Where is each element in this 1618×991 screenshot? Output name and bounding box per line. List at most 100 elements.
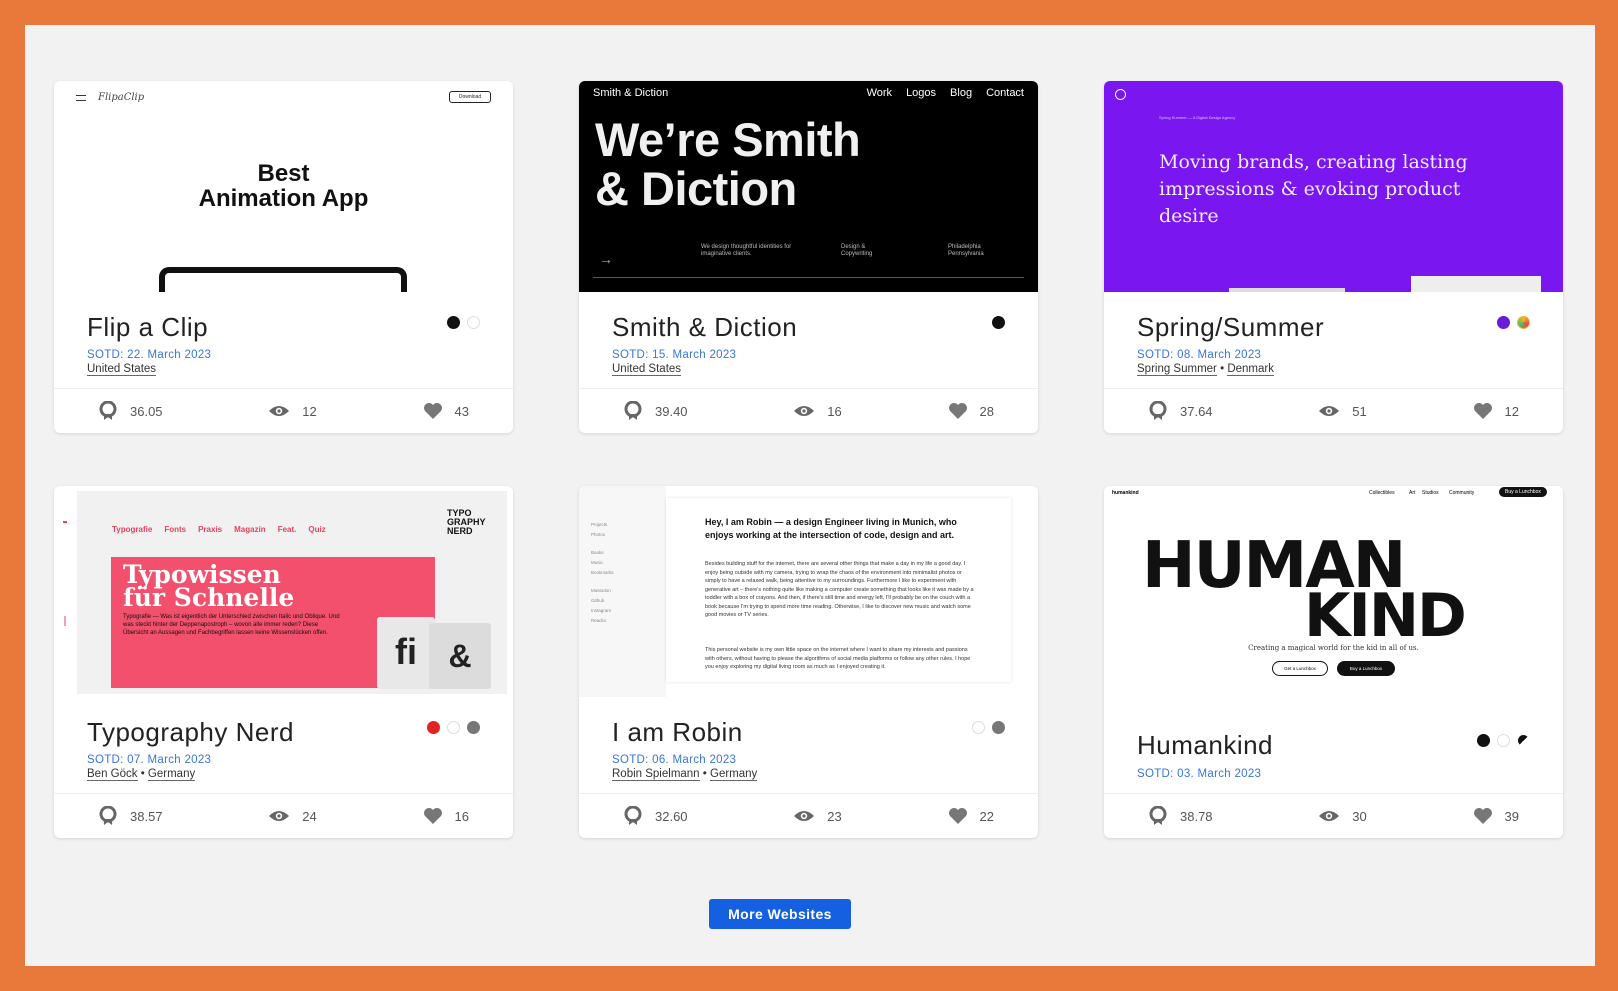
color-dot — [992, 316, 1005, 329]
site-title[interactable]: I am Robin — [612, 717, 743, 748]
views-stat: 24 — [268, 809, 317, 824]
card-info: Typography Nerd SOTD: 07. March 2023 Ben… — [54, 697, 513, 793]
award-icon — [624, 806, 642, 825]
thumb-brand: Smith & Diction — [593, 87, 669, 99]
sotd-date: SOTD: 07. March 2023 — [87, 754, 212, 766]
award-icon — [99, 401, 117, 420]
likes-stat[interactable]: 12 — [1473, 402, 1519, 420]
thumb-nav-item: Art — [1409, 490, 1416, 496]
color-dot — [467, 721, 480, 734]
site-card[interactable]: FlipaClip Download Best Animation App Fl… — [54, 81, 513, 433]
site-card[interactable]: Spring Summer — A Digital Design Agency … — [1104, 81, 1563, 433]
thumb-button: Get a Lunchbox — [1272, 661, 1328, 676]
score-value: 36.05 — [130, 403, 163, 419]
thumb-page: Hey, I am Robin — a design Engineer livi… — [666, 498, 1011, 682]
thumb-glyph: fi — [377, 617, 435, 689]
sotd-date: SOTD: 22. March 2023 — [87, 349, 212, 361]
thumb-sidebar: Projects Photos Books Music Bookmarks Ma… — [579, 486, 666, 697]
color-dot — [467, 316, 480, 329]
thumb-side-item: Photos — [591, 532, 606, 537]
color-dot — [1517, 734, 1530, 747]
likes-stat[interactable]: 39 — [1473, 807, 1519, 825]
site-title[interactable]: Spring/Summer — [1137, 312, 1324, 343]
thumb-headline: We’re Smith & Diction — [595, 115, 861, 213]
thumb-glyph: & — [429, 623, 491, 689]
award-icon — [1149, 401, 1167, 420]
site-title[interactable]: Typography Nerd — [87, 717, 294, 748]
score-stat: 37.64 — [1148, 401, 1213, 421]
views-value: 51 — [1352, 403, 1367, 419]
site-meta: Spring Summer • Denmark — [1137, 363, 1274, 376]
thumb-nav-item: Contact — [986, 87, 1024, 99]
site-title[interactable]: Flip a Clip — [87, 312, 208, 343]
site-card[interactable]: Smith & Diction Work Logos Blog Contact … — [579, 81, 1038, 433]
thumb-nav-item: Praxis — [198, 525, 223, 534]
heart-icon[interactable] — [948, 807, 968, 825]
likes-stat[interactable]: 16 — [423, 807, 469, 825]
heart-icon[interactable] — [948, 402, 968, 420]
thumb-nav-item: Blog — [950, 87, 973, 99]
site-title[interactable]: Humankind — [1137, 730, 1273, 761]
likes-stat[interactable]: 22 — [948, 807, 994, 825]
color-dot — [972, 721, 985, 734]
likes-stat[interactable]: 28 — [948, 402, 994, 420]
country-link[interactable]: Germany — [147, 768, 196, 781]
site-thumbnail[interactable]: Typografie Fonts Praxis Magazin Feat. Qu… — [54, 486, 513, 697]
site-thumbnail[interactable]: humankind Collectibles Art Studios Commu… — [1104, 486, 1563, 697]
score-stat: 39.40 — [623, 401, 688, 421]
views-stat: 16 — [793, 404, 842, 419]
likes-value: 16 — [454, 808, 469, 824]
color-dot — [992, 721, 1005, 734]
card-info: Flip a Clip SOTD: 22. March 2023 United … — [54, 292, 513, 388]
country-link[interactable]: Denmark — [1227, 363, 1274, 376]
score-stat: 38.78 — [1148, 806, 1213, 826]
site-thumbnail[interactable]: Smith & Diction Work Logos Blog Contact … — [579, 81, 1038, 292]
country-link[interactable]: United States — [612, 363, 682, 376]
thumb-button: Buy a Lunchbox — [1337, 661, 1395, 676]
thumb-side-item: Instagram — [591, 608, 612, 613]
thumb-wordmark: KIND — [1304, 581, 1467, 651]
sotd-date: SOTD: 06. March 2023 — [612, 754, 737, 766]
thumb-side-item: Projects — [591, 522, 608, 527]
author-link[interactable]: Ben Göck — [87, 768, 138, 781]
country-link[interactable]: Germany — [710, 768, 758, 781]
views-value: 30 — [1352, 808, 1367, 824]
heart-icon[interactable] — [423, 807, 443, 825]
site-card[interactable]: Typografie Fonts Praxis Magazin Feat. Qu… — [54, 486, 513, 838]
card-stats: 39.40 16 28 — [579, 388, 1038, 433]
site-meta: Ben Göck • Germany — [87, 768, 196, 781]
color-dot — [1497, 316, 1510, 329]
heart-icon[interactable] — [423, 402, 443, 420]
site-thumbnail[interactable]: FlipaClip Download Best Animation App — [54, 81, 513, 292]
more-websites-button[interactable]: More Websites — [709, 899, 851, 929]
views-stat: 23 — [793, 809, 842, 824]
site-thumbnail[interactable]: Spring Summer — A Digital Design Agency … — [1104, 81, 1563, 292]
thumb-brand: humankind — [1112, 490, 1139, 496]
thumb-rail — [63, 521, 67, 626]
color-dot — [447, 316, 460, 329]
eye-icon — [794, 406, 815, 416]
views-stat: 30 — [1318, 808, 1367, 824]
views-value: 12 — [302, 403, 317, 419]
thumb-nav-item: Logos — [906, 87, 937, 99]
thumb-nav-item: Work — [866, 87, 893, 99]
country-link[interactable]: United States — [87, 363, 157, 376]
score-stat: 32.60 — [623, 806, 688, 826]
thumb-body: Typografie — Was ist eigentlich der Unte… — [123, 614, 340, 636]
card-stats: 36.05 12 43 — [54, 388, 513, 433]
thumb-logo: FlipaClip — [98, 92, 145, 103]
heart-icon[interactable] — [1473, 807, 1493, 825]
site-title[interactable]: Smith & Diction — [612, 312, 797, 343]
thumb-headline: Moving brands, creating lasting impressi… — [1159, 151, 1468, 227]
likes-value: 12 — [1504, 403, 1519, 419]
author-link[interactable]: Spring Summer — [1137, 363, 1217, 376]
site-card[interactable]: humankind Collectibles Art Studios Commu… — [1104, 486, 1563, 838]
author-link[interactable]: Robin Spielmann — [612, 768, 700, 781]
heart-icon[interactable] — [1473, 402, 1493, 420]
sotd-date: SOTD: 15. March 2023 — [612, 349, 737, 361]
likes-stat[interactable]: 43 — [423, 402, 469, 420]
award-icon — [1149, 806, 1167, 825]
score-value: 32.60 — [655, 808, 688, 824]
site-card[interactable]: Projects Photos Books Music Bookmarks Ma… — [579, 486, 1038, 838]
site-thumbnail[interactable]: Projects Photos Books Music Bookmarks Ma… — [579, 486, 1038, 697]
